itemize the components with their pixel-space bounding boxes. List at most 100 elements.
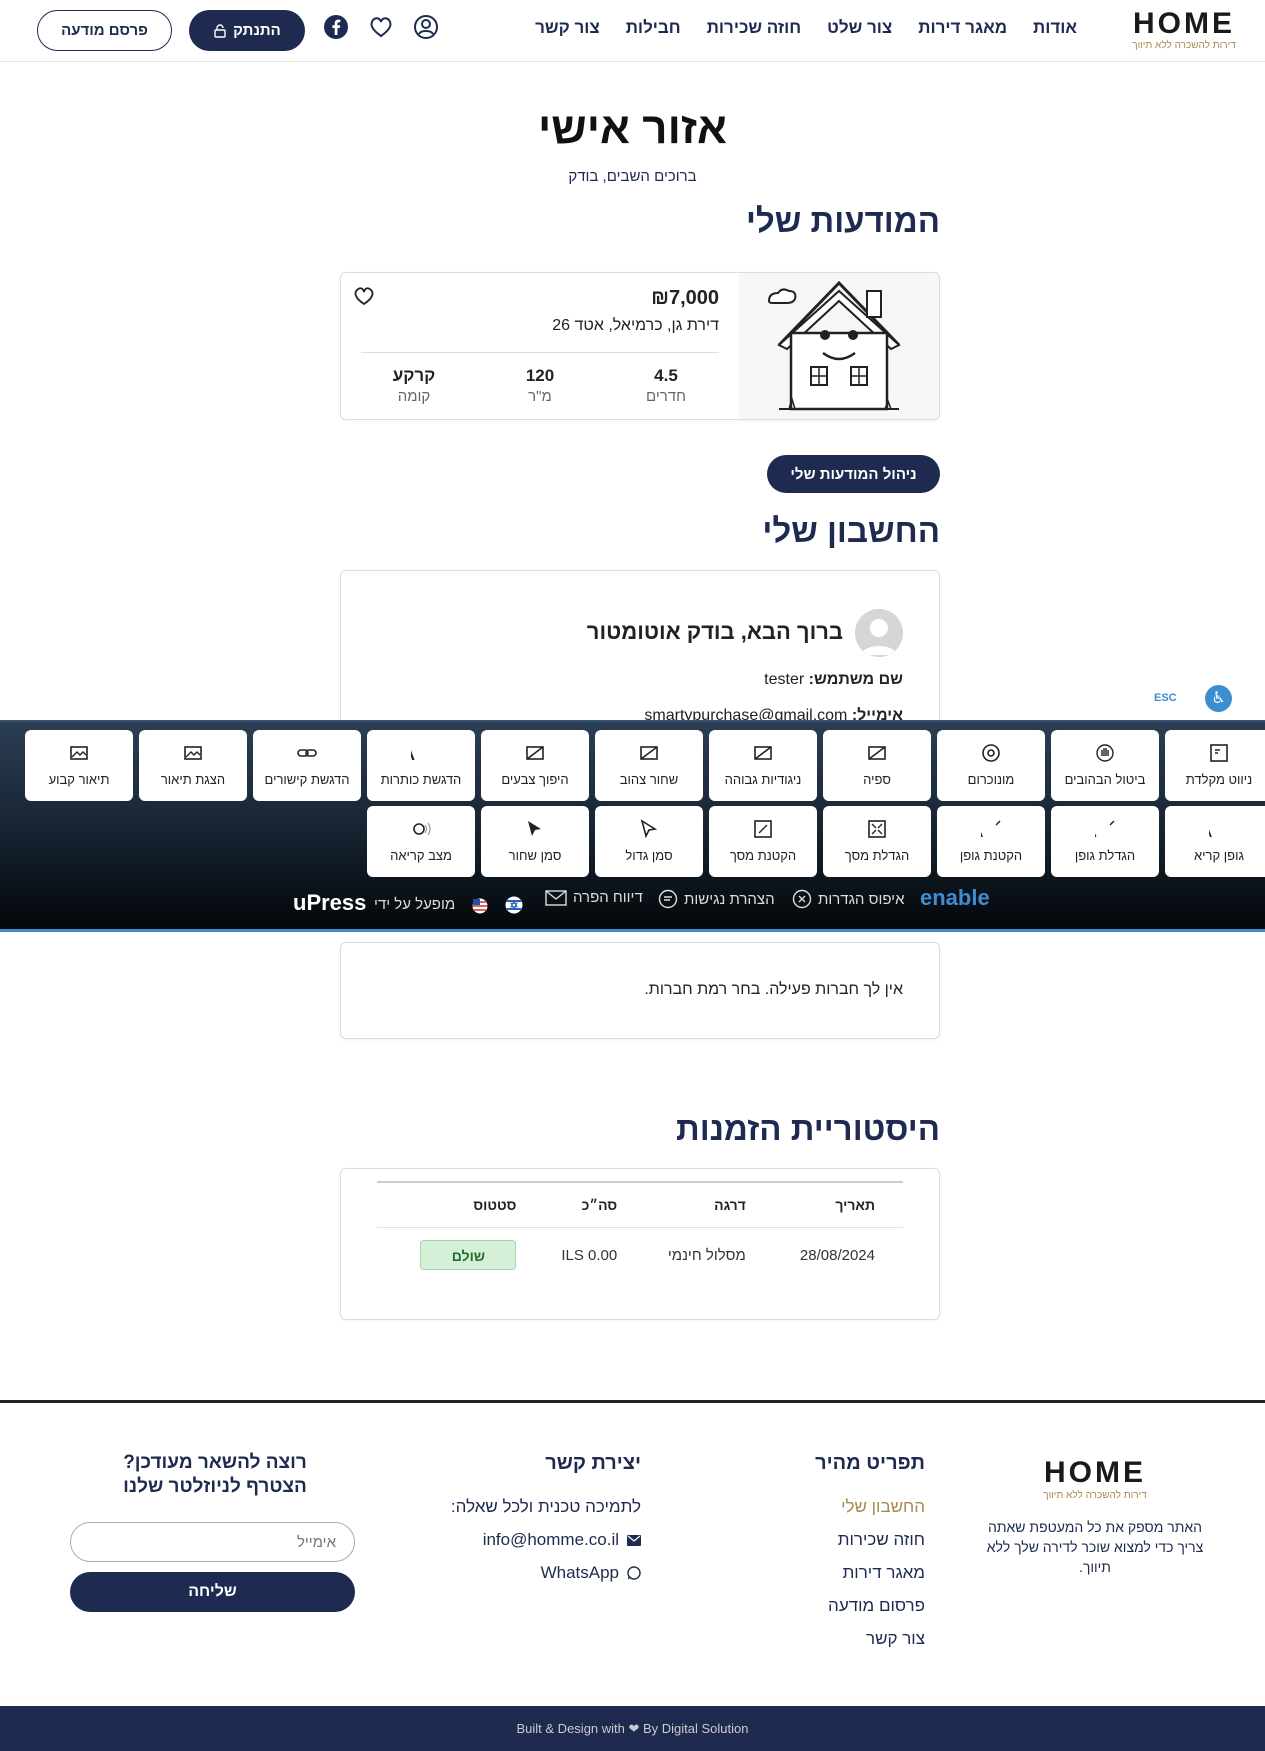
order-date: 28/08/2024 <box>799 1246 875 1264</box>
contact-email-link[interactable]: info@homme.co.il <box>441 1530 641 1550</box>
footer-quick-menu: תפריט מהיר החשבון שלי חוזה שכירות מאגר ד… <box>775 1452 925 1649</box>
esc-label[interactable]: ESC <box>1154 692 1177 704</box>
facebook-icon[interactable] <box>323 14 349 40</box>
accessibility-statement-link[interactable]: הצהרת נגישות <box>658 889 775 909</box>
chat-icon <box>658 889 678 909</box>
footer-link-publish[interactable]: פרסום מודעה <box>775 1596 925 1616</box>
tool-label: סמן גדול <box>625 848 673 863</box>
floor-value: קרקע <box>392 366 436 385</box>
username-label: שם משתמש: <box>808 671 903 688</box>
tool-keyboard-nav[interactable]: ניווט מקלדת <box>1165 730 1265 801</box>
orders-table: תאריך דרגה סה״כ סטטוס 28/08/2024 מסלול ח… <box>377 1181 903 1282</box>
close-circle-icon <box>792 889 812 909</box>
tool-label: ביטול הבהובים <box>1064 772 1146 787</box>
tool-invert-colors[interactable]: היפוך צבעים <box>481 730 589 801</box>
nav-item-packages[interactable]: חבילות <box>626 18 681 38</box>
footer-link-my-account[interactable]: החשבון שלי <box>775 1497 925 1517</box>
tool-black-cursor[interactable]: סמן שחור <box>481 806 589 877</box>
favorite-heart-icon[interactable] <box>353 285 375 307</box>
contrast-icon <box>526 746 544 760</box>
tool-highlight-links[interactable]: הדגשת קישורים <box>253 730 361 801</box>
tool-stop-blink[interactable]: ביטול הבהובים <box>1051 730 1159 801</box>
tool-black-yellow[interactable]: שחור צהוב <box>595 730 703 801</box>
tool-label: סמן שחור <box>508 848 562 863</box>
listing-floor: קרקע קומה <box>379 366 449 405</box>
tool-label: ניווט מקלדת <box>1185 772 1253 787</box>
tool-label: גופן קריא <box>1194 848 1244 863</box>
contact-email: info@homme.co.il <box>482 1530 619 1549</box>
report-violation-link[interactable]: דיווח הפרה <box>545 889 643 906</box>
eye-icon <box>982 744 1000 762</box>
image-icon <box>184 746 202 760</box>
house-illustration-icon <box>767 280 901 411</box>
welcome-text: ברוכים השבים, בודק <box>568 168 697 185</box>
tool-label: תיאור קבוע <box>48 772 110 787</box>
israel-flag-icon[interactable] <box>505 896 523 914</box>
username-value: tester <box>764 671 805 688</box>
cursor-outline-icon <box>640 819 658 839</box>
reset-settings-button[interactable]: איפוס הגדרות <box>792 889 905 909</box>
footer-link-contact[interactable]: צור קשר <box>775 1629 925 1649</box>
nav-item-rental-contract[interactable]: חוזה שכירות <box>707 18 801 38</box>
footer-credit: Built & Design with ❤ By Digital Solutio… <box>0 1706 1265 1751</box>
newsletter-email-input[interactable] <box>70 1522 355 1562</box>
user-icon[interactable] <box>413 14 439 40</box>
tool-high-contrast[interactable]: ניגודיות גבוהה <box>709 730 817 801</box>
col-status: סטטוס <box>377 1181 529 1228</box>
heart-icon[interactable] <box>368 14 394 40</box>
footer-logo[interactable]: HOME <box>975 1456 1215 1490</box>
user-avatar-icon <box>855 609 903 657</box>
contrast-icon <box>754 746 772 760</box>
manage-listings-button[interactable]: ניהול המודעות שלי <box>767 455 940 493</box>
listing-address: דירת גן, כרמיאל, אטד 26 <box>552 317 719 334</box>
footer-link-contract[interactable]: חוזה שכירות <box>775 1530 925 1550</box>
logout-button[interactable]: התנתק <box>189 10 305 51</box>
tool-label: ניגודיות גבוהה <box>724 772 802 787</box>
tool-reading-mode[interactable]: מצב קריאה <box>367 806 475 877</box>
rooms-label: חדרים <box>646 388 686 405</box>
envelope-icon <box>627 1534 641 1546</box>
tool-label: היפוך צבעים <box>501 772 569 787</box>
logout-label: התנתק <box>233 22 281 39</box>
font-increase-icon: A <box>1095 820 1115 839</box>
footer-link-apartments[interactable]: מאגר דירות <box>775 1563 925 1583</box>
svg-text:A: A <box>1209 820 1213 839</box>
contrast-icon <box>640 746 658 760</box>
powered-by-text: מופעל על ידי <box>374 896 456 913</box>
tool-zoom-out[interactable]: הקטנת מסך <box>709 806 817 877</box>
contact-whatsapp-link[interactable]: WhatsApp <box>441 1563 641 1583</box>
nav-item-contact[interactable]: צור קשר <box>535 18 600 38</box>
size-label: מ"ר <box>528 388 552 405</box>
col-level: דרגה <box>629 1181 758 1228</box>
tool-increase-font[interactable]: A הגדלת גופן <box>1051 806 1159 877</box>
tool-label: שחור צהוב <box>619 772 679 787</box>
listing-image <box>739 273 939 419</box>
nav-item-about[interactable]: אודות <box>1033 18 1077 38</box>
tool-show-description[interactable]: הצגת תיאור <box>139 730 247 801</box>
tool-decrease-font[interactable]: A הקטנת גופן <box>937 806 1045 877</box>
tool-readable-font[interactable]: A גופן קריא <box>1165 806 1265 877</box>
nav-item-create-sign[interactable]: צור שלט <box>827 18 892 38</box>
us-flag-icon[interactable] <box>472 898 488 914</box>
tool-label: מצב קריאה <box>390 848 452 863</box>
tool-sepia[interactable]: ספיה <box>823 730 931 801</box>
site-logo[interactable]: HOME דירות להשכרה ללא תיווך <box>1129 8 1239 52</box>
heading-icon: A <box>411 745 415 763</box>
newsletter-submit-button[interactable]: שליחה <box>70 1572 355 1612</box>
membership-status-text: אין לך חברות פעילה. בחר רמת חברות. <box>644 981 903 998</box>
publish-ad-button[interactable]: פרסם מודעה <box>37 10 172 51</box>
listing-price: ₪7,000 <box>651 287 719 309</box>
nav-item-apartments[interactable]: מאגר דירות <box>918 18 1007 38</box>
accessibility-toggle-icon[interactable]: ♿ <box>1205 685 1232 712</box>
tool-monochrome[interactable]: מונוכרום <box>937 730 1045 801</box>
contrast-icon <box>868 746 886 760</box>
upress-logo[interactable]: uPress <box>293 890 366 916</box>
tool-highlight-headings[interactable]: A הדגשת כותרות <box>367 730 475 801</box>
whatsapp-icon <box>627 1566 641 1580</box>
footer-newsletter: רוצה להשאר מעודכן? הצטרף לניוזלטר שלנו <box>110 1452 320 1498</box>
listing-card[interactable]: ₪7,000 דירת גן, כרמיאל, אטד 26 4.5 חדרים… <box>340 272 940 420</box>
tool-fixed-description[interactable]: תיאור קבוע <box>25 730 133 801</box>
tool-zoom-in[interactable]: הגדלת מסך <box>823 806 931 877</box>
tool-big-cursor[interactable]: סמן גדול <box>595 806 703 877</box>
order-total: ILS 0.00 <box>561 1246 618 1264</box>
